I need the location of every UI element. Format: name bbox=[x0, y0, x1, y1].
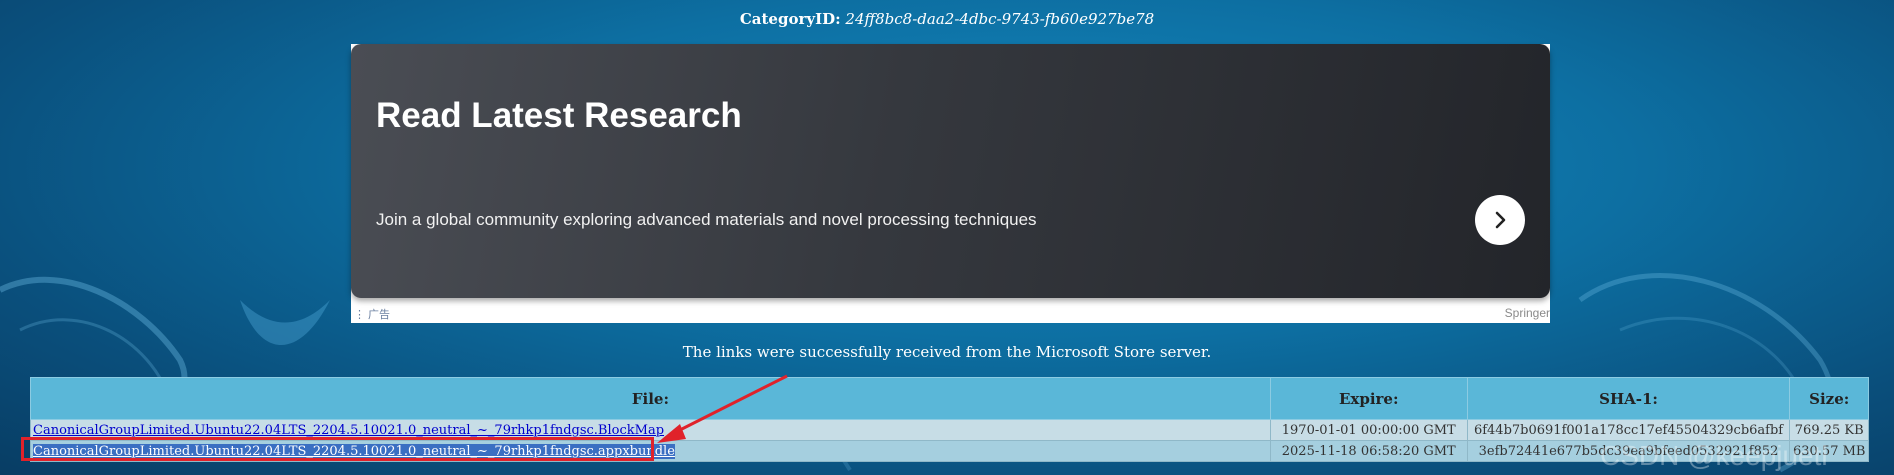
header-expire: Expire: bbox=[1269, 377, 1468, 420]
ad-brand: Springer bbox=[1504, 306, 1550, 320]
ad-card[interactable]: Read Latest Research Join a global commu… bbox=[351, 44, 1550, 298]
watermark: CSDN @keepjuetl bbox=[1600, 440, 1828, 471]
size-cell: 769.25 KB bbox=[1789, 419, 1869, 441]
advertisement[interactable]: Read Latest Research Join a global commu… bbox=[351, 44, 1550, 323]
ad-label[interactable]: ⋮ 广告 bbox=[354, 306, 390, 322]
category-label: CategoryID: bbox=[739, 10, 841, 28]
header-size: Size: bbox=[1789, 377, 1869, 420]
ad-next-button[interactable] bbox=[1475, 195, 1525, 245]
category-id-value: 24ff8bc8-daa2-4dbc-9743-fb60e927be78 bbox=[845, 10, 1155, 28]
chevron-right-icon bbox=[1495, 211, 1506, 229]
header-file: File: bbox=[30, 377, 1271, 420]
sha1-cell: 6f44b7b0691f001a178cc17ef45504329cb6afbf bbox=[1466, 419, 1791, 441]
expire-cell: 1970-01-01 00:00:00 GMT bbox=[1269, 419, 1468, 441]
table-header-row: File: Expire: SHA-1: Size: bbox=[30, 377, 1869, 420]
ad-description: Join a global community exploring advanc… bbox=[376, 210, 1037, 229]
annotation-highlight-box bbox=[21, 437, 654, 461]
category-id-line: CategoryID: 24ff8bc8-daa2-4dbc-9743-fb60… bbox=[0, 10, 1894, 28]
status-message: The links were successfully received fro… bbox=[682, 343, 1212, 361]
ad-title: Read Latest Research bbox=[376, 96, 742, 135]
file-link[interactable]: CanonicalGroupLimited.Ubuntu22.04LTS_220… bbox=[33, 423, 664, 438]
expire-cell: 2025-11-18 06:58:20 GMT bbox=[1269, 440, 1468, 462]
ad-footer: ⋮ 广告 Springer bbox=[351, 303, 1550, 323]
header-sha1: SHA-1: bbox=[1466, 377, 1791, 420]
